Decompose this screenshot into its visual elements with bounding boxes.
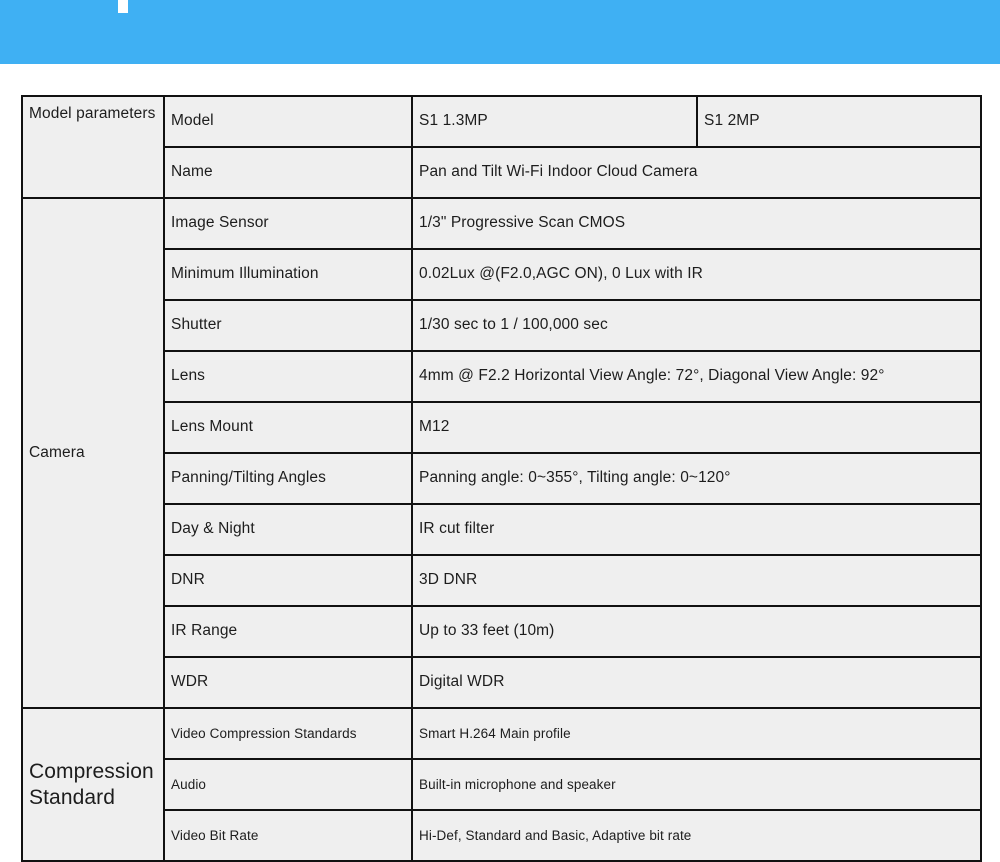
row-label: Audio (163, 758, 413, 811)
white-tick-mark (118, 0, 128, 13)
row-value: Smart H.264 Main profile (411, 707, 982, 760)
row-label: DNR (163, 554, 413, 607)
row-value: Hi-Def, Standard and Basic, Adaptive bit… (411, 809, 982, 862)
row-value: Built-in microphone and speaker (411, 758, 982, 811)
table-row: Lens 4mm @ F2.2 Horizontal View Angle: 7… (22, 350, 982, 403)
table-row: Model parameters Model S1 1.3MP S1 2MP (21, 95, 982, 199)
row-value-1: S1 1.3MP (411, 95, 698, 148)
table-row: Compression Standard Video Compression S… (21, 707, 982, 862)
row-value: M12 (411, 401, 982, 454)
table-row: Video Bit Rate Hi-Def, Standard and Basi… (22, 809, 982, 862)
table-row: Day & Night IR cut filter (22, 503, 982, 556)
table-row: Name Pan and Tilt Wi-Fi Indoor Cloud Cam… (22, 146, 982, 199)
row-value: Panning angle: 0~355°, Tilting angle: 0~… (411, 452, 982, 505)
table-row: WDR Digital WDR (22, 656, 982, 709)
row-label: Model (163, 95, 413, 148)
table-row: Camera Image Sensor 1/3" Progressive Sca… (21, 197, 982, 709)
section-label-camera: Camera (21, 197, 165, 709)
row-label: Video Compression Standards (163, 707, 413, 760)
specification-table-container: Model parameters Model S1 1.3MP S1 2MP N… (21, 95, 982, 862)
row-label: Lens (163, 350, 413, 403)
row-value-2: S1 2MP (696, 95, 982, 148)
row-label: Video Bit Rate (163, 809, 413, 862)
specification-table: Model parameters Model S1 1.3MP S1 2MP N… (21, 95, 982, 862)
top-banner (0, 0, 1000, 64)
section-label-model-parameters: Model parameters (21, 95, 165, 199)
table-row: Shutter 1/30 sec to 1 / 100,000 sec (22, 299, 982, 352)
row-value: 1/3" Progressive Scan CMOS (411, 197, 982, 250)
row-value: 0.02Lux @(F2.0,AGC ON), 0 Lux with IR (411, 248, 982, 301)
row-value: 1/30 sec to 1 / 100,000 sec (411, 299, 982, 352)
row-value: 4mm @ F2.2 Horizontal View Angle: 72°, D… (411, 350, 982, 403)
section-label-compression-standard: Compression Standard (21, 707, 165, 862)
table-row: Minimum Illumination 0.02Lux @(F2.0,AGC … (22, 248, 982, 301)
table-row: IR Range Up to 33 feet (10m) (22, 605, 982, 658)
table-row: Audio Built-in microphone and speaker (22, 758, 982, 811)
row-label: IR Range (163, 605, 413, 658)
row-label: Lens Mount (163, 401, 413, 454)
row-label: Name (163, 146, 413, 199)
row-value: Digital WDR (411, 656, 982, 709)
specification-table-body: Model parameters Model S1 1.3MP S1 2MP N… (21, 95, 982, 862)
table-row: Lens Mount M12 (22, 401, 982, 454)
row-label: Panning/Tilting Angles (163, 452, 413, 505)
row-label: WDR (163, 656, 413, 709)
row-label: Image Sensor (163, 197, 413, 250)
row-value: Up to 33 feet (10m) (411, 605, 982, 658)
row-label: Shutter (163, 299, 413, 352)
table-row: DNR 3D DNR (22, 554, 982, 607)
row-value: 3D DNR (411, 554, 982, 607)
row-value: IR cut filter (411, 503, 982, 556)
row-value: Pan and Tilt Wi-Fi Indoor Cloud Camera (411, 146, 982, 199)
row-label: Minimum Illumination (163, 248, 413, 301)
row-label: Day & Night (163, 503, 413, 556)
table-row: Panning/Tilting Angles Panning angle: 0~… (22, 452, 982, 505)
